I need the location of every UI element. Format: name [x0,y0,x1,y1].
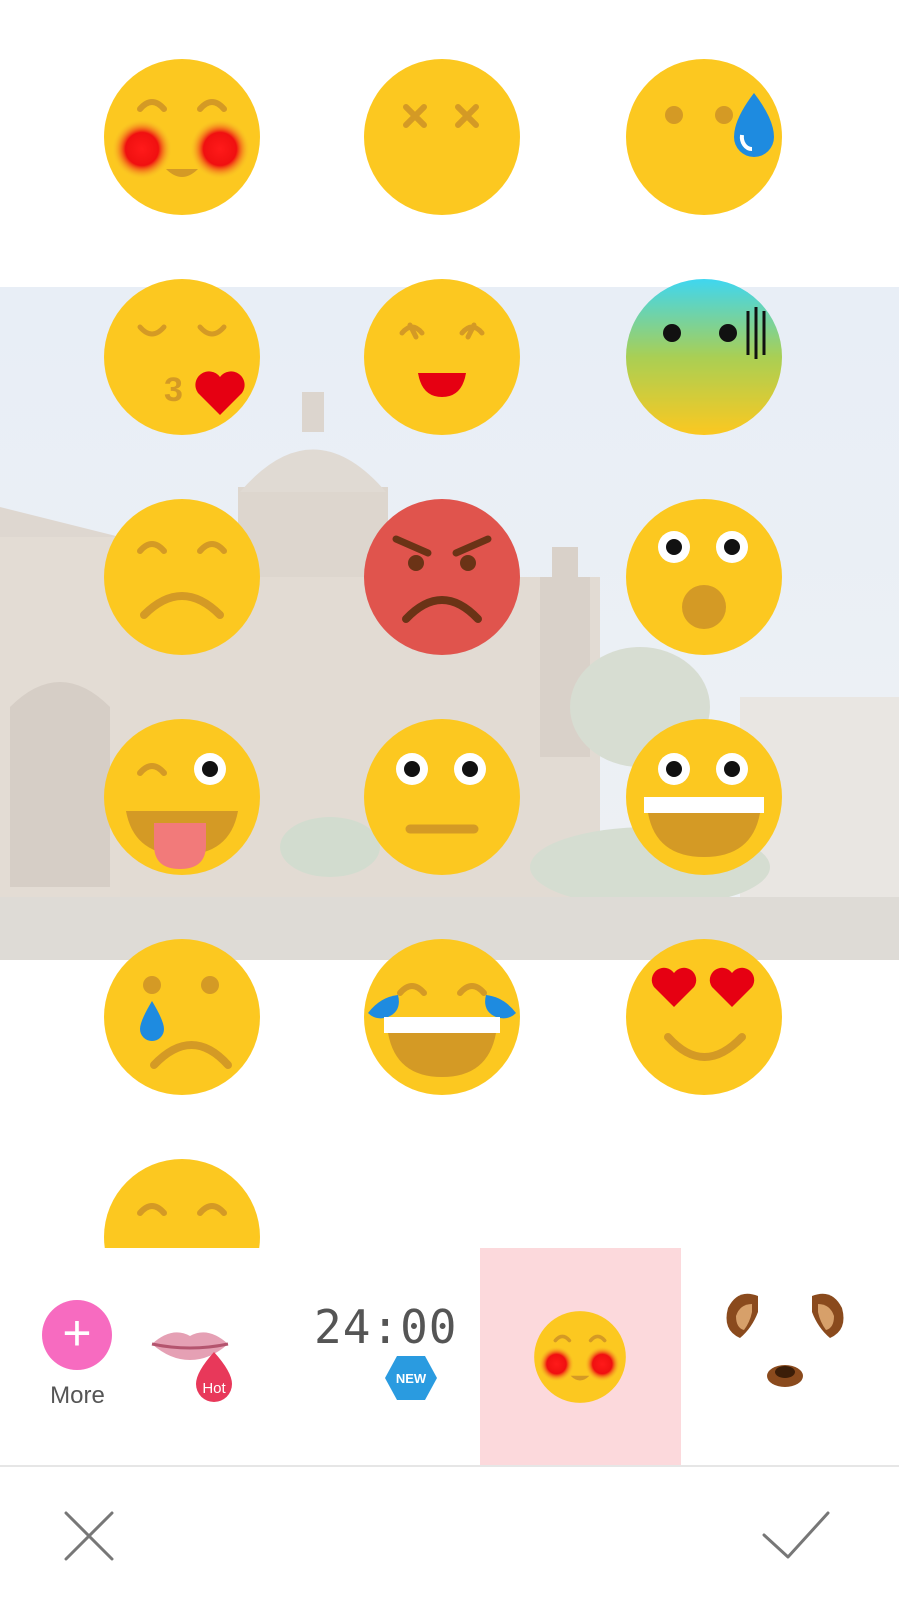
plus-icon: + [42,1300,112,1370]
lips-icon: Hot [151,1332,232,1402]
check-icon [762,1511,830,1559]
grinning-emoji-icon[interactable] [624,717,784,877]
dizzy-eyes-emoji-icon[interactable] [362,57,522,217]
cancel-button[interactable] [22,1467,154,1599]
new-badge: NEW [396,1371,427,1386]
sad-emoji-icon[interactable] [102,497,262,657]
confirm-button[interactable] [736,1467,868,1599]
close-icon [64,1511,114,1561]
more-label: More [50,1382,105,1409]
blushing-emoji-icon[interactable] [102,57,262,217]
blushing-emoji-icon [534,1311,626,1403]
clock-category[interactable]: 24:00 NEW [300,1248,460,1465]
neutral-emoji-icon[interactable] [362,717,522,877]
sweat-drop-emoji-icon[interactable] [624,57,784,217]
angry-emoji-icon[interactable] [362,497,522,657]
new-badge-icon: NEW [385,1356,437,1400]
lips-category[interactable]: Hot [140,1248,280,1465]
emoji-category[interactable] [480,1248,681,1465]
dog-category[interactable] [700,1248,870,1465]
sticker-category-tray: + More Hot 24:00 NEW [0,1248,899,1465]
sticker-grid: 3 [0,0,899,1248]
hot-badge: Hot [202,1380,226,1397]
more-button[interactable]: + More [20,1248,135,1465]
partial-emoji-icon[interactable] [102,1157,262,1248]
tears-of-joy-emoji-icon[interactable] [362,937,522,1097]
kissing-heart-emoji-icon[interactable]: 3 [102,277,262,437]
bottom-action-bar [0,1467,899,1599]
heart-eyes-emoji-icon[interactable] [624,937,784,1097]
clock-text: 24:00 [314,1300,458,1354]
dog-ears-icon [726,1293,844,1387]
crying-emoji-icon[interactable] [102,937,262,1097]
happy-squint-emoji-icon[interactable] [362,277,522,437]
svg-text:3: 3 [164,371,183,409]
tongue-wink-emoji-icon[interactable] [102,717,262,877]
cold-fear-emoji-icon[interactable] [624,277,784,437]
surprised-emoji-icon[interactable] [624,497,784,657]
